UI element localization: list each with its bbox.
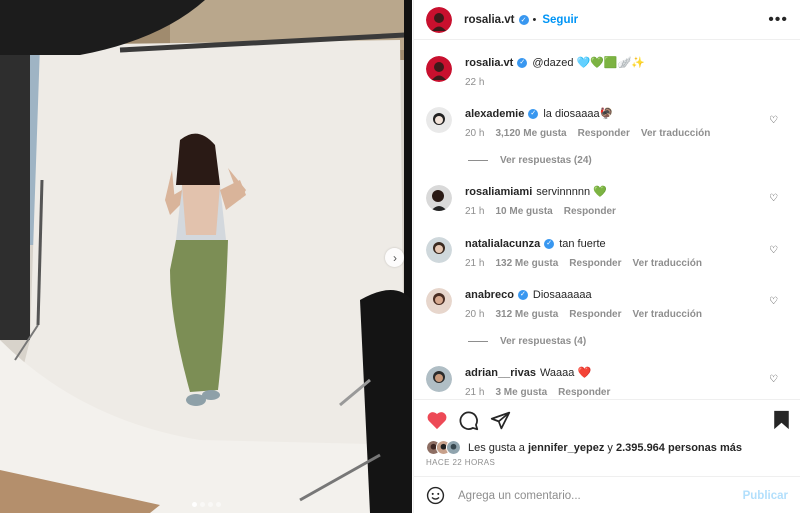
carousel-dots [0, 502, 412, 507]
post-actions: Les gusta a jennifer_yepez y 2.395.964 p… [414, 399, 800, 513]
comment-username[interactable]: rosaliamiami [465, 186, 532, 198]
like-comment-heart-icon[interactable]: ♡ [769, 296, 778, 307]
comment-username[interactable]: adrian__rivas [465, 367, 536, 379]
carousel-dot [215, 502, 221, 507]
separator-dot: • [532, 13, 537, 26]
comment-time: 20 h [465, 309, 485, 320]
caption-author[interactable]: rosalia.vt [465, 57, 513, 69]
comment-icon[interactable] [458, 410, 479, 431]
verified-badge-icon: ✓ [518, 14, 529, 25]
heart-filled-icon[interactable] [426, 410, 448, 430]
carousel-dot [191, 502, 197, 507]
verified-badge-icon: ✓ [517, 58, 528, 69]
author-avatar[interactable] [426, 56, 452, 82]
caption: rosalia.vt ✓ @dazed 🩵💚🟩🪽✨ 22 h [426, 56, 788, 90]
view-replies-button[interactable]: Ver respuestas (4) [468, 336, 586, 347]
verified-badge-icon: ✓ [528, 109, 539, 120]
comments-list[interactable]: rosalia.vt ✓ @dazed 🩵💚🟩🪽✨ 22 h alexademie ✓… [414, 41, 800, 399]
comment-likes[interactable]: 3,120 Me gusta [495, 127, 566, 141]
translate-button[interactable]: Ver traducción [633, 308, 702, 322]
likes-prefix: Les gusta a [468, 441, 525, 454]
commenter-avatar[interactable] [426, 107, 452, 133]
comment: alexademie ✓ la diosaaaa🦃 20 h 3,120 Me gu… [426, 107, 788, 141]
follow-button[interactable]: Seguir [542, 14, 578, 26]
comment: natalialacunza ✓ tan fuerte 21 h 132 Me gu… [426, 237, 788, 271]
comment-text: tan fuerte [559, 238, 606, 250]
likes-summary: Les gusta a jennifer_yepez y 2.395.964 p… [426, 440, 742, 455]
likes-joiner: y [607, 441, 613, 454]
action-bar [426, 410, 790, 432]
comment-time: 21 h [465, 387, 485, 398]
commenter-avatar[interactable] [426, 185, 452, 211]
bookmark-icon[interactable] [773, 410, 790, 430]
translate-button[interactable]: Ver traducción [633, 257, 702, 271]
reply-button[interactable]: Responder [569, 308, 621, 322]
liker-avatars [426, 440, 461, 455]
likes-count[interactable]: 2.395.964 personas más [616, 442, 742, 454]
share-icon[interactable] [490, 410, 511, 431]
verified-badge-icon: ✓ [517, 290, 528, 301]
chevron-right-icon: › [393, 250, 397, 265]
caption-time: 22 h [465, 77, 485, 88]
comment-username[interactable]: natalialacunza [465, 238, 540, 250]
view-replies-button[interactable]: Ver respuestas (24) [468, 155, 592, 166]
comment: anabreco ✓ Diosaaaaaa 20 h 312 Me gusta Re… [426, 288, 788, 322]
liker-avatar [446, 440, 461, 455]
comment-text: servinnnnn 💚 [536, 186, 607, 198]
comment-input[interactable] [458, 489, 743, 502]
emoji-icon[interactable] [426, 486, 445, 505]
post-header: rosalia.vt ✓ • Seguir ••• [414, 0, 800, 40]
verified-badge-icon: ✓ [544, 239, 555, 250]
comment-username[interactable]: alexademie [465, 108, 524, 120]
post-photo [0, 0, 412, 513]
publish-button[interactable]: Publicar [743, 490, 788, 502]
like-comment-heart-icon[interactable]: ♡ [769, 245, 778, 256]
comment-time: 21 h [465, 206, 485, 217]
reply-button[interactable]: Responder [578, 127, 630, 141]
comment-text: la diosaaaa🦃 [543, 108, 614, 120]
comment-time: 20 h [465, 128, 485, 139]
like-comment-heart-icon[interactable]: ♡ [769, 193, 778, 204]
add-comment-bar: Publicar [414, 476, 800, 513]
comment-username[interactable]: anabreco [465, 289, 514, 301]
author-username[interactable]: rosalia.vt [464, 14, 515, 26]
comment-time: 21 h [465, 258, 485, 269]
author-avatar[interactable] [426, 6, 452, 33]
comment-likes[interactable]: 132 Me gusta [495, 257, 558, 271]
carousel-dot [207, 502, 213, 507]
reply-button[interactable]: Responder [564, 205, 616, 219]
post-media[interactable]: › [0, 0, 412, 513]
more-options-icon[interactable]: ••• [768, 11, 788, 29]
reply-button[interactable]: Responder [569, 257, 621, 271]
comment-text: Waaaa ❤️ [539, 367, 592, 379]
caption-text: @dazed 🩵💚🟩🪽✨ [532, 57, 645, 69]
like-comment-heart-icon[interactable]: ♡ [769, 374, 778, 385]
post-sidebar: rosalia.vt ✓ • Seguir ••• rosalia.vt ✓ @da… [413, 0, 800, 513]
comment-likes[interactable]: 3 Me gusta [495, 386, 547, 399]
translate-button[interactable]: Ver traducción [641, 127, 710, 141]
comment: adrian__rivas Waaaa ❤️ 21 h 3 Me gusta Re… [426, 366, 788, 399]
comment-likes[interactable]: 10 Me gusta [495, 205, 552, 219]
comment-text: Diosaaaaaa [532, 289, 592, 301]
reply-button[interactable]: Responder [558, 386, 610, 399]
comment-likes[interactable]: 312 Me gusta [495, 308, 558, 322]
comment: rosaliamiami servinnnnn 💚 21 h 10 Me gust… [426, 185, 788, 219]
post-time-ago[interactable]: HACE 22 HORAS [426, 458, 495, 467]
like-comment-heart-icon[interactable]: ♡ [769, 115, 778, 126]
likes-user[interactable]: jennifer_yepez [528, 442, 604, 454]
next-photo-button[interactable]: › [385, 248, 404, 267]
carousel-dot [199, 502, 205, 507]
commenter-avatar[interactable] [426, 237, 452, 263]
commenter-avatar[interactable] [426, 366, 452, 392]
commenter-avatar[interactable] [426, 288, 452, 314]
